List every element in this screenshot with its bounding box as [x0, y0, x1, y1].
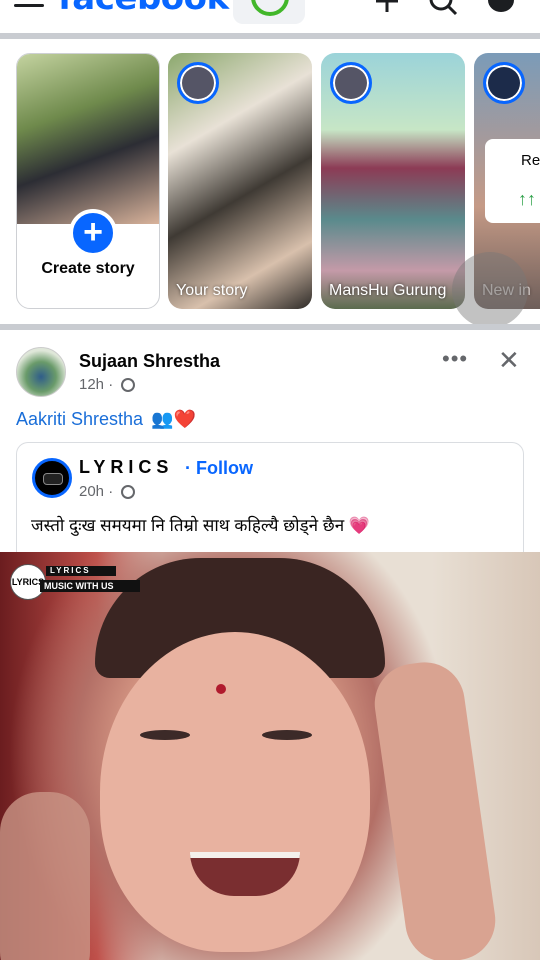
- top-bar: facebook: [0, 0, 540, 32]
- shared-text-body: जस्तो दुःख समयमा नि तिम्रो साथ कहिल्यै छ…: [31, 516, 345, 535]
- video-frame-face: [100, 632, 370, 952]
- arrow-up-icon: ↑↑: [518, 189, 536, 209]
- divider: [0, 33, 540, 39]
- profile-photo: [17, 54, 159, 224]
- page-name[interactable]: LYRICS: [79, 457, 173, 478]
- story-card[interactable]: MansHu Gurung: [321, 53, 465, 309]
- heart-emoji: 💗: [348, 516, 371, 535]
- facebook-logo[interactable]: facebook: [58, 0, 229, 18]
- video-frame-eye: [140, 730, 190, 740]
- story-name: Your story: [176, 282, 248, 299]
- follow-button[interactable]: · Follow: [185, 458, 253, 479]
- add-icon[interactable]: [372, 0, 402, 16]
- post-caption: Aakriti Shrestha 👥❤️: [16, 409, 196, 430]
- messenger-icon[interactable]: [486, 0, 516, 16]
- shared-meta: 20h ·: [79, 483, 136, 500]
- avatar[interactable]: [16, 347, 66, 397]
- globe-icon: [121, 378, 136, 392]
- shared-time: 20h: [79, 483, 105, 500]
- search-icon[interactable]: [428, 0, 458, 16]
- watermark-line2: MUSIC WITH US: [40, 580, 140, 592]
- video-frame-hand: [369, 657, 501, 960]
- video-frame-bindi: [216, 684, 226, 694]
- video-frame-hand: [0, 792, 90, 960]
- create-story-label: Create story: [41, 260, 135, 277]
- plus-icon[interactable]: +: [69, 209, 117, 257]
- lightbulb-icon: [483, 62, 525, 104]
- card-text: Re incr: [521, 152, 540, 169]
- create-story-card[interactable]: + Create story: [16, 53, 160, 309]
- caption-emoji: 👥❤️: [151, 409, 196, 429]
- story-info-card: Re incr ↑↑: [485, 139, 540, 223]
- shared-text: जस्तो दुःख समयमा नि तिम्रो साथ कहिल्यै छ…: [31, 513, 370, 536]
- post: Sujaan Shrestha 12h · ••• ✕ Aakriti Shre…: [0, 332, 540, 562]
- post-time: 12h: [79, 376, 105, 393]
- watermark-line1: LYRICS: [46, 566, 116, 576]
- story-card[interactable]: Your story: [168, 53, 312, 309]
- page-avatar[interactable]: [32, 458, 72, 498]
- post-author[interactable]: Sujaan Shrestha: [79, 351, 220, 372]
- story-avatar: [330, 62, 372, 104]
- more-options-button[interactable]: •••: [442, 346, 468, 372]
- story-avatar: [177, 62, 219, 104]
- close-icon[interactable]: ✕: [498, 345, 520, 376]
- video-frame-eye: [262, 730, 312, 740]
- story-name: MansHu Gurung: [329, 282, 447, 299]
- menu-icon[interactable]: [14, 0, 44, 10]
- shared-post[interactable]: LYRICS · Follow 20h · जस्तो दुःख समयमा न…: [16, 442, 524, 562]
- divider: [0, 324, 540, 330]
- status-icon[interactable]: [233, 0, 305, 24]
- tagged-user-link[interactable]: Aakriti Shrestha: [16, 409, 143, 429]
- globe-icon: [121, 485, 136, 499]
- touch-indicator: [452, 252, 528, 328]
- video-player[interactable]: LYRICS LYRICS MUSIC WITH US: [0, 552, 540, 960]
- post-meta: 12h ·: [79, 376, 136, 393]
